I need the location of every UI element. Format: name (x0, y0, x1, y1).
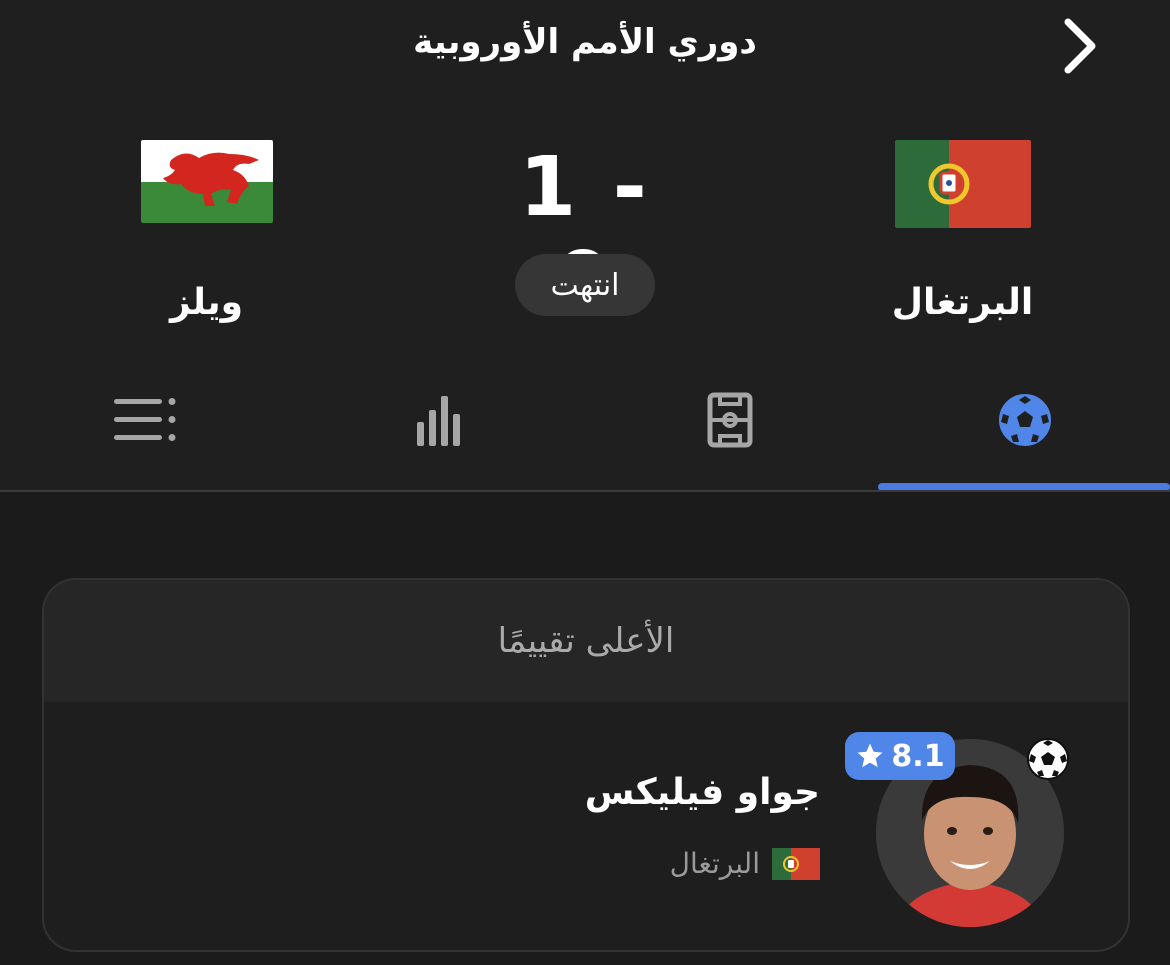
player-rating-badge: 8.1 (845, 732, 955, 780)
top-rated-player-row[interactable]: 8.1 جواو فيليكس البرتغال (44, 702, 1128, 950)
player-name: جواو فيليكس (584, 772, 820, 813)
home-team-name: البرتغال (891, 282, 1034, 323)
pitch-lineup-icon (707, 392, 753, 448)
player-team-flag (772, 847, 820, 880)
player-team: البرتغال (670, 847, 820, 880)
tab-lineup[interactable] (690, 380, 770, 460)
tab-overview[interactable] (985, 380, 1065, 460)
football-icon (999, 394, 1051, 446)
player-team-label: البرتغال (669, 847, 760, 880)
player-rating-value: 8.1 (891, 738, 945, 774)
top-rated-card: الأعلى تقييمًا 8.1 جواو فيليكس البرتغال (42, 578, 1130, 952)
away-team-flag (141, 140, 273, 223)
chevron-right-icon (1064, 18, 1096, 74)
competition-title: دوري الأمم الأوروبية (413, 22, 757, 62)
stats-bars-icon (417, 396, 460, 446)
forward-button[interactable] (1050, 16, 1110, 76)
tab-events[interactable] (105, 380, 185, 460)
goal-scorer-icon (1026, 737, 1070, 781)
match-status-badge: انتهت (515, 254, 655, 316)
match-header: دوري الأمم الأوروبية البرتغال ويلز 1 - 0… (0, 0, 1170, 491)
away-team-name: ويلز (170, 282, 243, 323)
home-team-flag (895, 140, 1031, 228)
star-icon (857, 743, 883, 768)
card-title: الأعلى تقييمًا (44, 580, 1128, 702)
list-icon (114, 398, 176, 441)
tab-stats[interactable] (400, 380, 480, 460)
